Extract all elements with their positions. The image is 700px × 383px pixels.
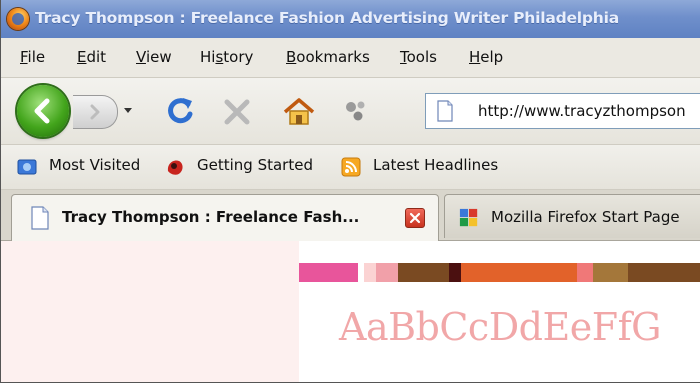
menu-bookmarks[interactable]: Bookmarks	[286, 48, 370, 66]
bookmark-most-visited[interactable]: Most Visited	[49, 156, 140, 174]
tab-mozilla-start-page[interactable]: Mozilla Firefox Start Page	[444, 194, 700, 238]
menu-bar: File Edit View History Bookmarks Tools H…	[1, 38, 700, 78]
menu-view[interactable]: View	[136, 48, 172, 66]
history-dropdown-icon[interactable]	[121, 102, 135, 118]
tab-strip: Tracy Thompson : Freelance Fash... Mozil…	[1, 190, 700, 241]
tab-title: Tracy Thompson : Freelance Fash...	[62, 208, 360, 226]
bookmark-getting-started[interactable]: Getting Started	[197, 156, 313, 174]
tab-title: Mozilla Firefox Start Page	[491, 208, 680, 226]
bookmark-latest-headlines[interactable]: Latest Headlines	[373, 156, 498, 174]
page-icon	[437, 100, 453, 122]
most-visited-icon	[17, 159, 37, 175]
navigation-toolbar: http://www.tracyzthompson	[1, 78, 700, 145]
color-stripe	[299, 263, 700, 282]
menu-tools[interactable]: Tools	[400, 48, 437, 66]
page-icon	[31, 206, 49, 230]
alphabet-heading: AaBbCcDdEeFfG	[339, 305, 662, 349]
menu-history[interactable]: History	[200, 48, 253, 66]
window-title: Tracy Thompson : Freelance Fashion Adver…	[35, 9, 620, 27]
side-panel	[1, 241, 299, 382]
menu-file[interactable]: File	[20, 48, 45, 66]
bookmarks-toolbar: Most Visited Getting Started Latest Head…	[1, 145, 700, 190]
stop-icon[interactable]	[219, 94, 255, 130]
tab-tracy-thompson[interactable]: Tracy Thompson : Freelance Fash...	[11, 194, 439, 241]
firefox-logo-icon	[7, 8, 29, 30]
title-bar: Tracy Thompson : Freelance Fashion Adver…	[1, 0, 700, 38]
menu-edit[interactable]: Edit	[77, 48, 106, 66]
reload-icon[interactable]	[161, 92, 199, 130]
back-button[interactable]	[17, 85, 69, 137]
home-icon[interactable]	[281, 94, 317, 130]
rss-feed-icon	[341, 157, 361, 177]
browser-window: Tracy Thompson : Freelance Fashion Adver…	[0, 0, 700, 383]
close-tab-button[interactable]	[405, 208, 425, 228]
url-bar[interactable]: http://www.tracyzthompson	[425, 93, 700, 129]
page-content: AaBbCcDdEeFfG	[1, 241, 700, 382]
forward-arrow-icon	[90, 104, 100, 120]
google-icon	[459, 208, 478, 227]
forward-button[interactable]	[73, 95, 118, 129]
back-arrow-icon	[34, 98, 50, 124]
firefox-icon	[167, 160, 183, 175]
url-text[interactable]: http://www.tracyzthompson	[478, 102, 686, 120]
close-icon	[409, 212, 421, 224]
menu-help[interactable]: Help	[469, 48, 503, 66]
addon-icon[interactable]	[341, 96, 371, 126]
